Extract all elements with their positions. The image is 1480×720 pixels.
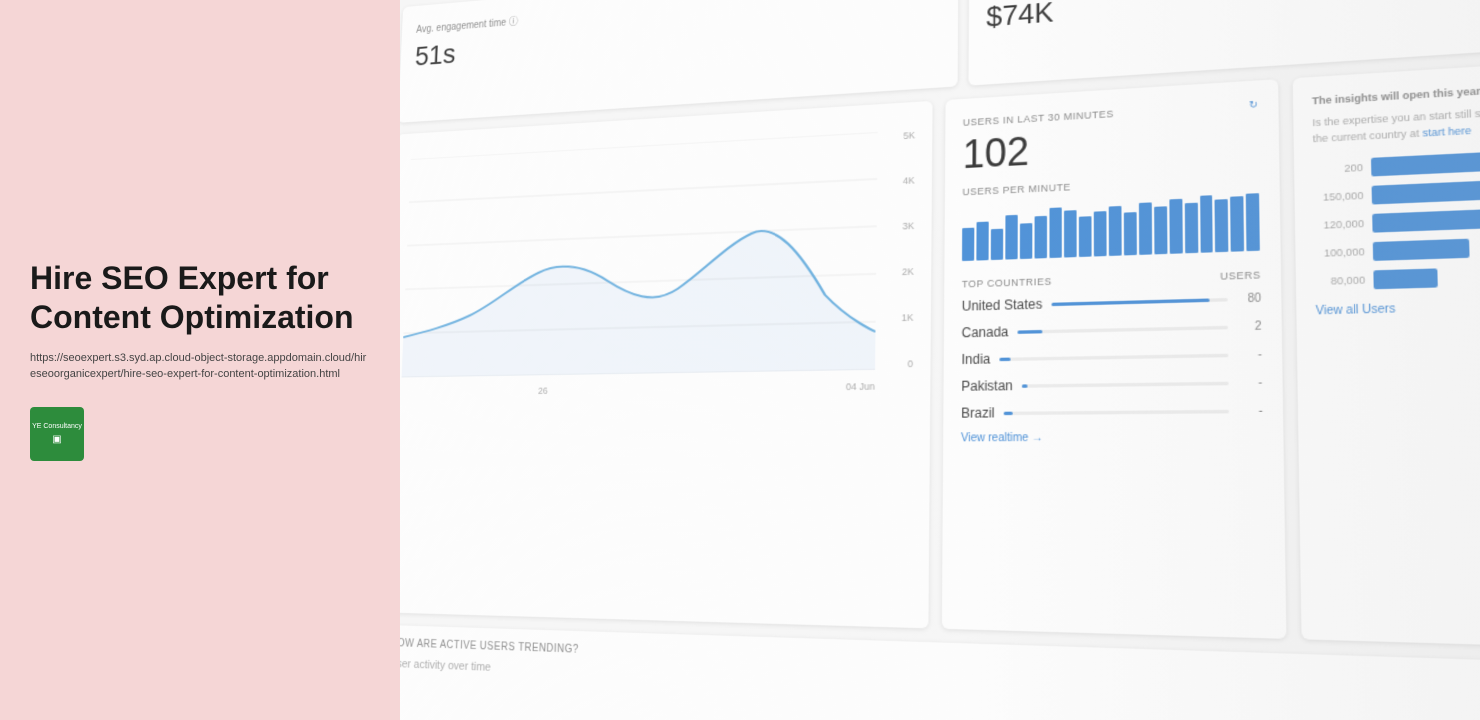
users-col-label: USERS [1220,269,1261,282]
country-val-pk: - [1238,376,1263,389]
logo-box: YE Consultancy ▣ [30,407,84,461]
analytics-content: Avg. engagement time ⓘ 51s Total revenue… [400,0,1480,720]
refresh-icon[interactable]: ↻ [1249,98,1259,111]
bar-7 [1049,207,1061,258]
h-bar-5 [1373,268,1437,289]
country-name-pk: Pakistan [961,378,1013,394]
country-bar-wrap-pk [1022,381,1228,387]
h-bar-2 [1371,180,1480,205]
y-axis: 5K 4K 3K 2K 1K 0 [880,130,915,370]
h-bar-label-5: 80,000 [1315,274,1365,287]
countries-header: TOP COUNTRIES USERS [962,269,1261,289]
line-chart-svg [402,132,878,378]
users-per-min-label: USERS PER MINUTE [962,173,1259,198]
right-panel-link[interactable]: start here [1422,124,1471,138]
bar-2 [976,222,988,261]
bar-6 [1034,216,1046,259]
bar-1 [962,228,974,261]
view-realtime-link[interactable]: View realtime → [961,431,1263,445]
country-row-in: India - [961,346,1262,367]
country-row-ca: Canada 2 [962,318,1262,341]
h-bar-label-4: 100,000 [1315,246,1365,259]
horizontal-bars: 200 150,000 120,000 100,000 [1313,144,1480,291]
bar-19 [1231,196,1245,252]
country-val-in: - [1237,348,1262,361]
bar-12 [1123,212,1136,255]
bar-17 [1200,195,1214,253]
bar-9 [1079,216,1092,257]
country-bar-wrap-ca [1018,325,1228,333]
analytics-wrapper: Avg. engagement time ⓘ 51s Total revenue… [400,0,1480,720]
bar-16 [1184,203,1198,254]
bar-11 [1108,206,1121,256]
country-bar-wrap-br [1004,409,1229,414]
country-bar-wrap-us [1052,297,1227,305]
y-label-5k: 5K [903,130,915,141]
bar-20 [1246,193,1260,251]
country-val-ca: 2 [1237,320,1262,333]
bar-14 [1154,206,1167,254]
country-bar-in [999,357,1010,361]
h-bar-row-3: 120,000 [1314,203,1480,235]
country-name-br: Brazil [961,405,995,421]
chart-area: 5K 4K 3K 2K 1K 0 [401,130,915,398]
top-countries-label: TOP COUNTRIES [962,276,1052,290]
y-label-0: 0 [908,358,914,369]
right-panel-header: The insights will open this year [1312,75,1480,106]
x-label-26: 26 [538,385,548,395]
h-bar-row-5: 80,000 [1315,262,1480,291]
view-all-button[interactable]: View all Users [1316,296,1480,318]
bar-13 [1138,202,1151,254]
y-label-2k: 2K [902,266,914,277]
country-row-pk: Pakistan - [961,374,1262,394]
country-name-in: India [961,351,990,367]
chart-line-area [402,132,878,378]
right-panel: Avg. engagement time ⓘ 51s Total revenue… [400,0,1480,720]
mini-bar-chart [962,193,1260,261]
bar-15 [1169,199,1182,254]
chart-card: 5K 4K 3K 2K 1K 0 [400,101,933,629]
left-panel: Hire SEO Expert for Content Optimization… [0,0,400,720]
y-label-1k: 1K [901,312,913,323]
h-bar-4 [1372,239,1469,261]
country-name-ca: Canada [962,324,1009,341]
h-bar-label-3: 120,000 [1314,218,1364,232]
bar-5 [1020,223,1032,259]
country-row-us: United States 80 [962,290,1262,314]
country-bar-pk [1022,384,1028,387]
logo-text: YE Consultancy [32,423,82,431]
country-row-br: Brazil - [961,402,1263,421]
bar-18 [1215,199,1229,252]
h-bar-1 [1370,149,1480,177]
main-area: 5K 4K 3K 2K 1K 0 [400,55,1480,651]
x-axis: 26 04 Jun [401,381,875,398]
bar-3 [991,229,1003,260]
x-label-jun: 04 Jun [846,381,875,392]
stat-revenue-value: $74K [986,0,1480,34]
country-bar-wrap-in [999,353,1227,360]
y-label-4k: 4K [903,175,915,186]
h-bar-label-1: 200 [1313,162,1363,176]
h-bar-row-1: 200 [1313,144,1480,179]
users-panel: USERS IN LAST 30 MINUTES ↻ 102 USERS PER… [942,79,1286,639]
country-bar-us [1052,298,1209,306]
h-bar-row-2: 150,000 [1314,173,1480,207]
country-val-br: - [1238,404,1263,417]
country-name-us: United States [962,296,1043,314]
page-title: Hire SEO Expert for Content Optimization [30,259,370,336]
bar-10 [1093,211,1106,256]
h-bar-3 [1372,209,1480,232]
right-analytics-panel: The insights will open this year Is the … [1292,55,1480,651]
bar-8 [1064,210,1077,257]
country-val-us: 80 [1237,292,1262,305]
country-bar-br [1004,411,1013,414]
page-url: https://seoexpert.s3.syd.ap.cloud-object… [30,350,370,383]
logo-icon: ▣ [52,434,61,445]
h-bar-label-2: 150,000 [1314,190,1364,204]
country-bar-ca [1018,329,1042,333]
bar-4 [1005,215,1017,260]
h-bar-row-4: 100,000 [1315,232,1480,263]
y-label-3k: 3K [902,220,914,231]
